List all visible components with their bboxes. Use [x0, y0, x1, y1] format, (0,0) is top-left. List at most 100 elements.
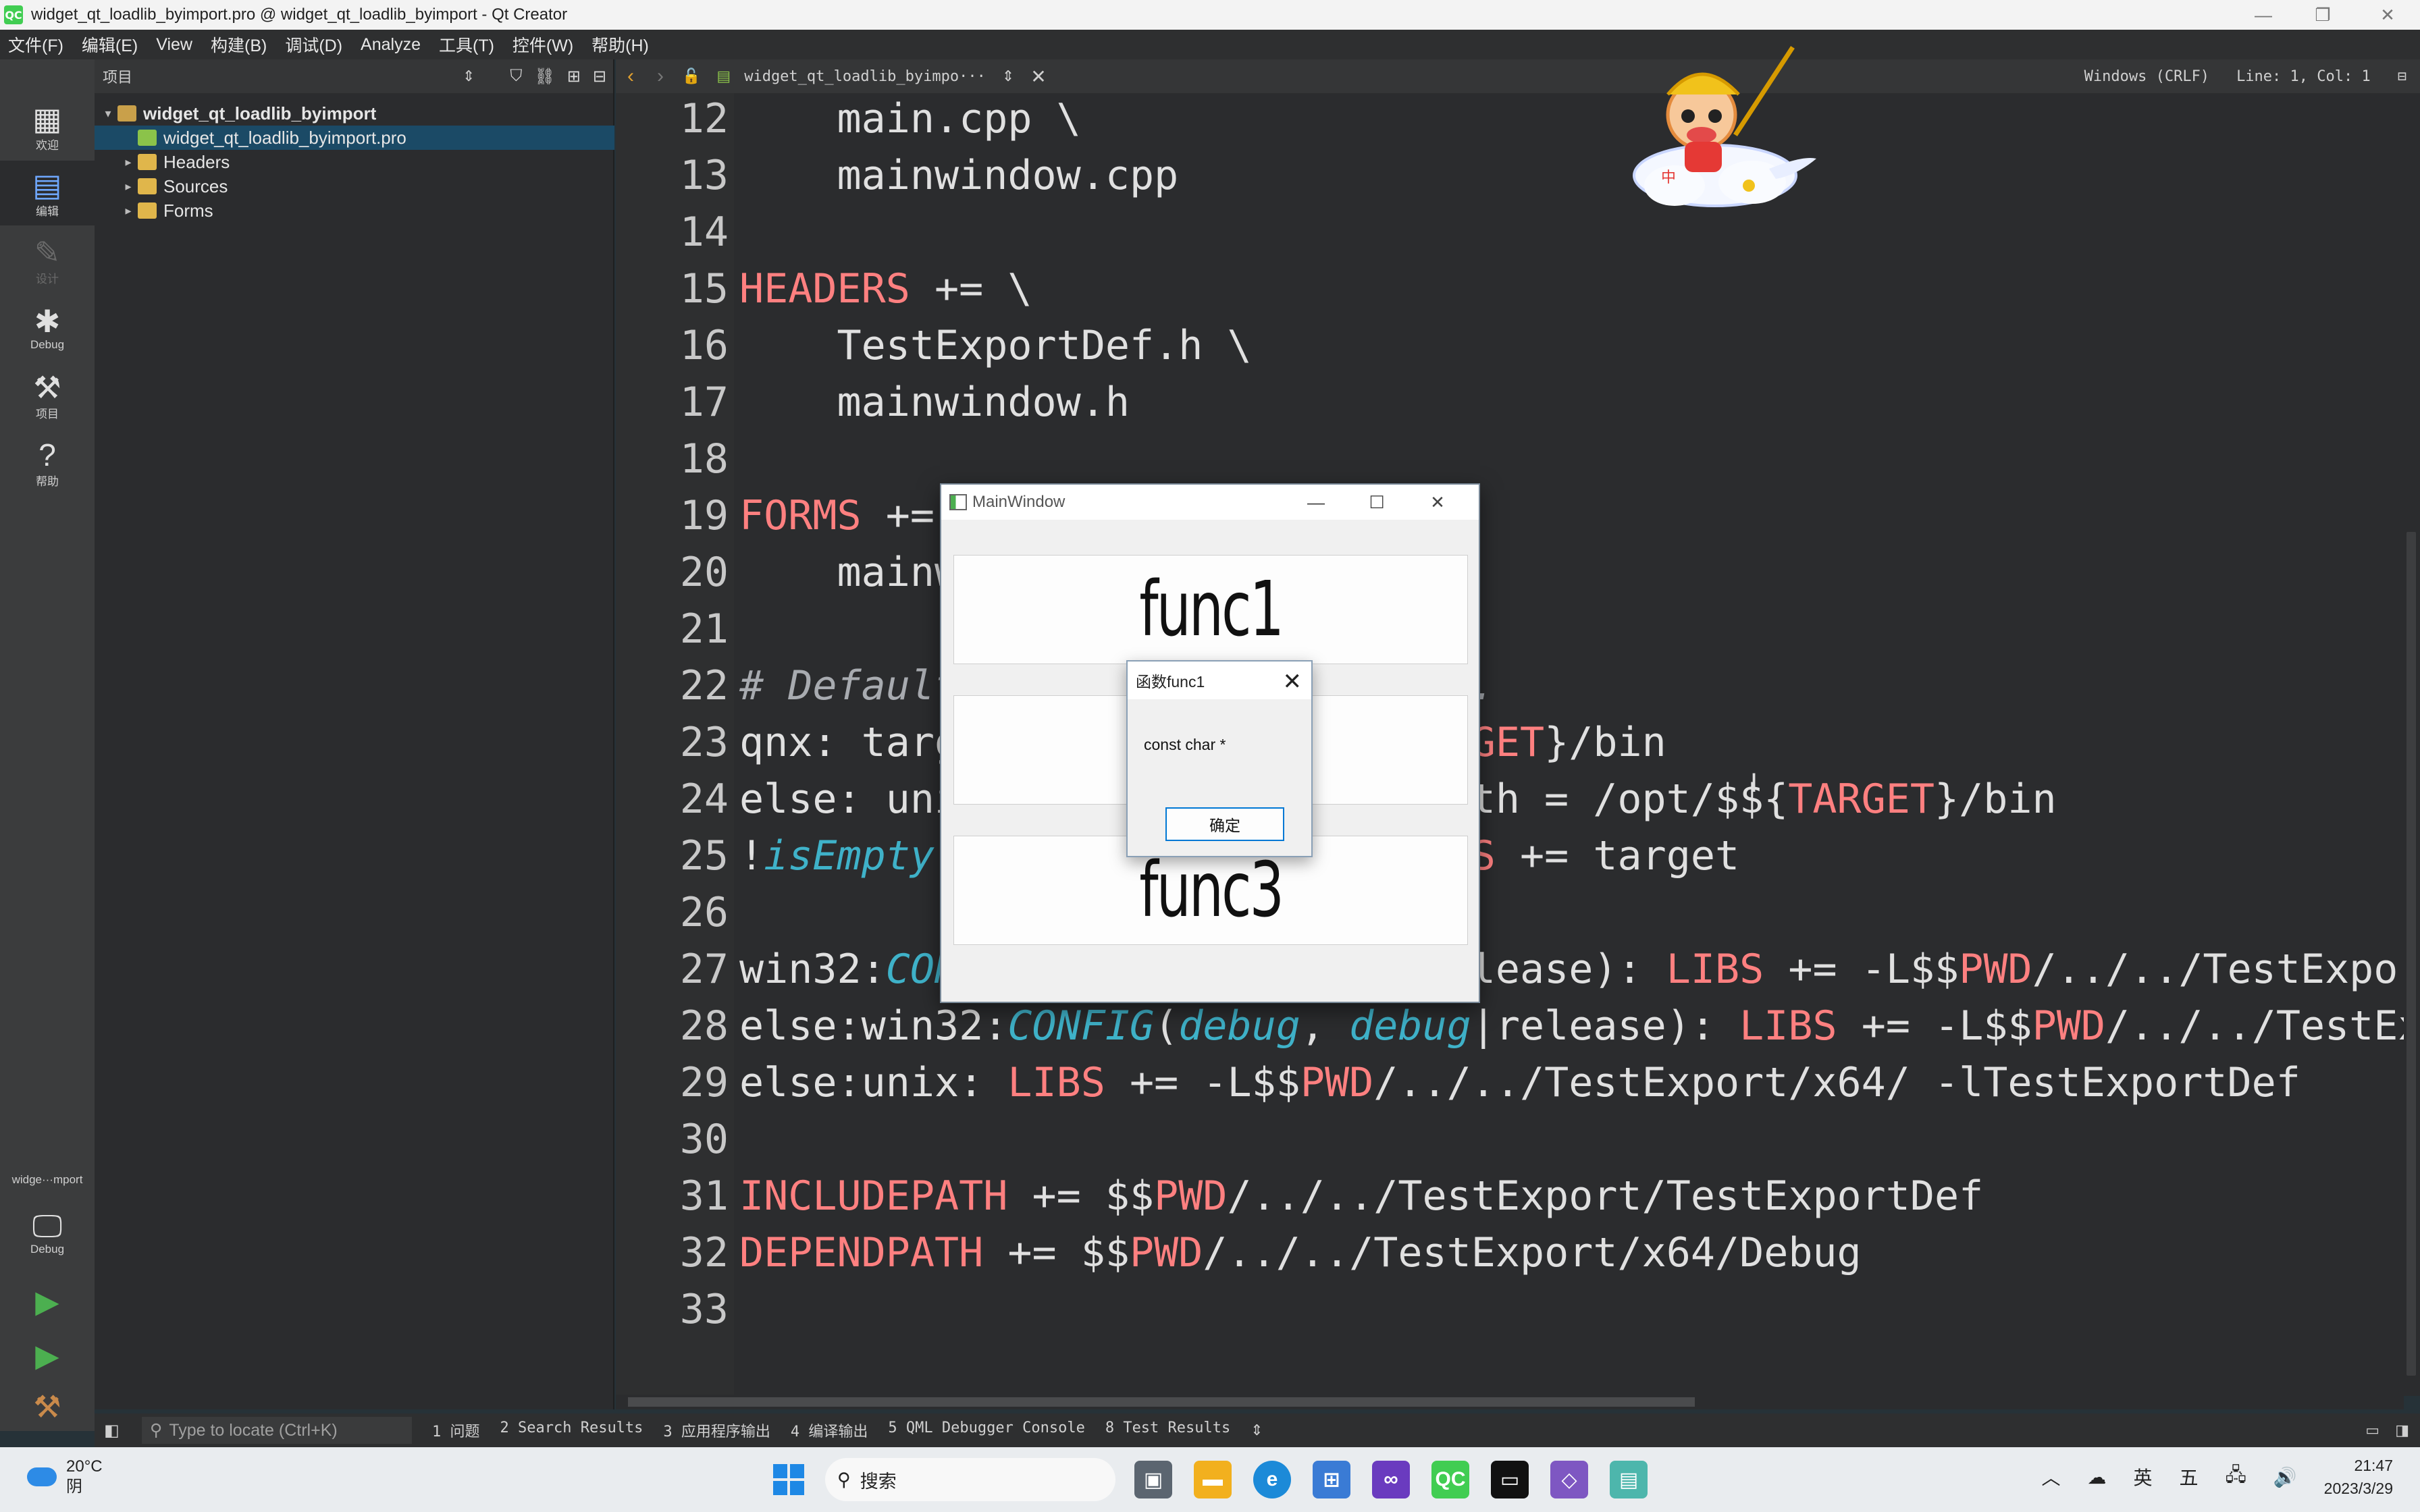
- output-tabs-more-icon[interactable]: ⇕: [1251, 1422, 1263, 1439]
- func1-button[interactable]: func1: [953, 555, 1468, 664]
- main-window-taskbar-icon[interactable]: ▤: [1610, 1461, 1648, 1498]
- terminal-icon[interactable]: ▭: [1491, 1461, 1529, 1498]
- message-box-close-icon[interactable]: ✕: [1283, 668, 1303, 695]
- expanded-arrow-icon[interactable]: ▾: [99, 107, 117, 121]
- menu-item-3[interactable]: 构建(B): [211, 32, 267, 57]
- menu-item-0[interactable]: 文件(F): [8, 32, 63, 57]
- toggle-sidebar-icon[interactable]: ◧: [104, 1421, 120, 1440]
- input-language[interactable]: 英: [2134, 1463, 2153, 1490]
- progress-details-icon[interactable]: ▭: [2365, 1422, 2379, 1439]
- menu-item-2[interactable]: View: [156, 35, 192, 55]
- line-ending-selector[interactable]: Windows (CRLF): [2084, 68, 2209, 85]
- line-number: 25: [679, 832, 729, 880]
- menu-item-6[interactable]: 工具(T): [439, 32, 494, 57]
- collapsed-arrow-icon[interactable]: ▸: [119, 180, 138, 194]
- debug-run-button[interactable]: ▶: [0, 1328, 95, 1382]
- mw-minimize-button[interactable]: —: [1286, 485, 1346, 520]
- output-tab-0[interactable]: 1 问题: [432, 1420, 480, 1441]
- file-dropdown-icon[interactable]: ⇕: [1002, 68, 1014, 85]
- filter-icon[interactable]: ⛉: [510, 67, 522, 86]
- tree-item-label: Sources: [163, 176, 228, 196]
- collapsed-arrow-icon[interactable]: ▸: [119, 155, 138, 169]
- mw-close-button[interactable]: ✕: [1407, 485, 1468, 520]
- mode-help[interactable]: ? 帮助: [0, 431, 95, 495]
- store-icon[interactable]: ⊞: [1313, 1461, 1350, 1498]
- code-editor[interactable]: 12 13 14 15 16 17 18 19 20 21 22 23 24 25 26 27 28 29 30 31…: [616, 93, 2404, 1396]
- toggle-output-icon[interactable]: ◨: [2395, 1422, 2409, 1439]
- qt-creator-taskbar-icon[interactable]: QC: [1431, 1461, 1469, 1498]
- edge-browser-icon[interactable]: e: [1253, 1461, 1291, 1498]
- ok-button[interactable]: 确定: [1165, 807, 1284, 841]
- file-explorer-icon[interactable]: ▬: [1194, 1461, 1232, 1498]
- code-line[interactable]: TestExportDef.h \: [739, 317, 1251, 374]
- volume-icon[interactable]: 🔊: [2273, 1466, 2297, 1488]
- taskbar: 20°C 阴 ⚲ 搜索 ▣ ▬ e ⊞ ∞ QC ▭ ◇ ▤ ︿ ☁ 英 五 🖧…: [0, 1447, 2420, 1512]
- code-line[interactable]: else:unix: LIBS += -L$$PWD/../../TestExp…: [739, 1054, 2300, 1111]
- code-line[interactable]: mainwindow.h: [739, 374, 1129, 431]
- code-line[interactable]: main.cpp \: [739, 93, 1080, 147]
- code-line[interactable]: else:win32:CONFIG(debug, debug|release):…: [739, 998, 2404, 1054]
- output-tab-1[interactable]: 2 Search Results: [500, 1420, 643, 1441]
- onedrive-icon[interactable]: ☁: [2088, 1466, 2107, 1488]
- current-file-name[interactable]: widget_qt_loadlib_byimpo···: [744, 68, 986, 85]
- menu-item-5[interactable]: Analyze: [361, 35, 421, 55]
- tree-item-widget-qt-loadlib-byimport[interactable]: ▾ widget_qt_loadlib_byimport: [95, 101, 614, 126]
- forward-icon[interactable]: ›: [646, 65, 675, 88]
- menu-item-7[interactable]: 控件(W): [512, 32, 573, 57]
- vertical-scrollbar[interactable]: [2404, 93, 2420, 1396]
- mode-welcome[interactable]: ▦ 欢迎: [0, 94, 95, 159]
- output-tab-4[interactable]: 5 QML Debugger Console: [888, 1420, 1084, 1441]
- visual-studio-icon[interactable]: ∞: [1372, 1461, 1410, 1498]
- run-button[interactable]: ▶: [0, 1274, 95, 1328]
- tree-item-headers[interactable]: ▸ Headers: [95, 150, 614, 174]
- close-file-icon[interactable]: ✕: [1030, 65, 1046, 88]
- output-tab-2[interactable]: 3 应用程序输出: [663, 1420, 770, 1441]
- mode-edit[interactable]: ▤ 编辑: [0, 161, 95, 225]
- weather-widget[interactable]: 20°C 阴: [27, 1457, 103, 1497]
- mode-projects[interactable]: ⚒ 项目: [0, 363, 95, 428]
- code-line[interactable]: DEPENDPATH += $$PWD/../../TestExport/x64…: [739, 1224, 1862, 1281]
- network-icon[interactable]: 🖧: [2226, 1461, 2246, 1493]
- menu-item-4[interactable]: 调试(D): [285, 32, 342, 57]
- minimize-button[interactable]: —: [2239, 0, 2288, 30]
- build-button[interactable]: ⚒: [0, 1382, 95, 1431]
- code-line[interactable]: mainwindow.cpp: [739, 147, 1178, 204]
- link-icon[interactable]: ⛓: [534, 67, 554, 86]
- kit-selector[interactable]: 🖵 Debug: [0, 1200, 95, 1265]
- vertical-scroll-thumb[interactable]: [2406, 532, 2416, 1376]
- collapsed-arrow-icon[interactable]: ▸: [119, 204, 138, 218]
- menu-item-1[interactable]: 编辑(E): [82, 32, 138, 57]
- input-method[interactable]: 五: [2180, 1463, 2199, 1490]
- start-menu-icon[interactable]: [770, 1461, 808, 1498]
- tree-item-forms[interactable]: ▸ Forms: [95, 198, 614, 223]
- split-icon[interactable]: ⊞: [567, 67, 581, 86]
- message-box-title: 函数func1: [1136, 673, 1205, 691]
- menu-item-8[interactable]: 帮助(H): [591, 32, 649, 57]
- restore-button[interactable]: ❐: [2298, 0, 2347, 30]
- taskbar-search[interactable]: ⚲ 搜索: [825, 1458, 1115, 1501]
- tree-item-widget-qt-loadlib-byimport-pro[interactable]: widget_qt_loadlib_byimport.pro: [95, 126, 614, 150]
- panel-select-arrows-icon[interactable]: ⇕: [463, 68, 475, 85]
- output-tab-3[interactable]: 4 编译输出: [791, 1420, 868, 1441]
- code-line[interactable]: INCLUDEPATH += $$PWD/../../TestExport/Te…: [739, 1168, 1983, 1224]
- vs-code-icon[interactable]: ◇: [1550, 1461, 1588, 1498]
- mode-debug[interactable]: ✱ Debug: [0, 296, 95, 360]
- close-button[interactable]: ✕: [2363, 0, 2412, 30]
- horizontal-scrollbar[interactable]: [616, 1395, 2404, 1409]
- code-line[interactable]: HEADERS += \: [739, 261, 1032, 317]
- mw-maximize-button[interactable]: ☐: [1346, 485, 1407, 520]
- back-icon[interactable]: ‹: [616, 65, 646, 88]
- tree-item-sources[interactable]: ▸ Sources: [95, 174, 614, 198]
- locator-input[interactable]: ⚲ Type to locate (Ctrl+K): [142, 1417, 412, 1444]
- task-view-icon[interactable]: ▣: [1134, 1461, 1172, 1498]
- output-tab-5[interactable]: 8 Test Results: [1105, 1420, 1230, 1441]
- clock-time: 21:47: [2354, 1457, 2393, 1474]
- mode-design[interactable]: ✎ 设计: [0, 228, 95, 293]
- clock-date: 2023/3/29: [2323, 1480, 2393, 1497]
- horizontal-scroll-thumb[interactable]: [628, 1397, 1695, 1407]
- close-panel-icon[interactable]: ⊟: [593, 67, 606, 86]
- qt-creator-logo-icon: QC: [4, 5, 23, 24]
- tray-expand-icon[interactable]: ︿: [2042, 1463, 2061, 1490]
- clock[interactable]: 21:47 2023/3/29: [2324, 1454, 2393, 1500]
- split-editor-icon[interactable]: ⊟: [2398, 68, 2406, 85]
